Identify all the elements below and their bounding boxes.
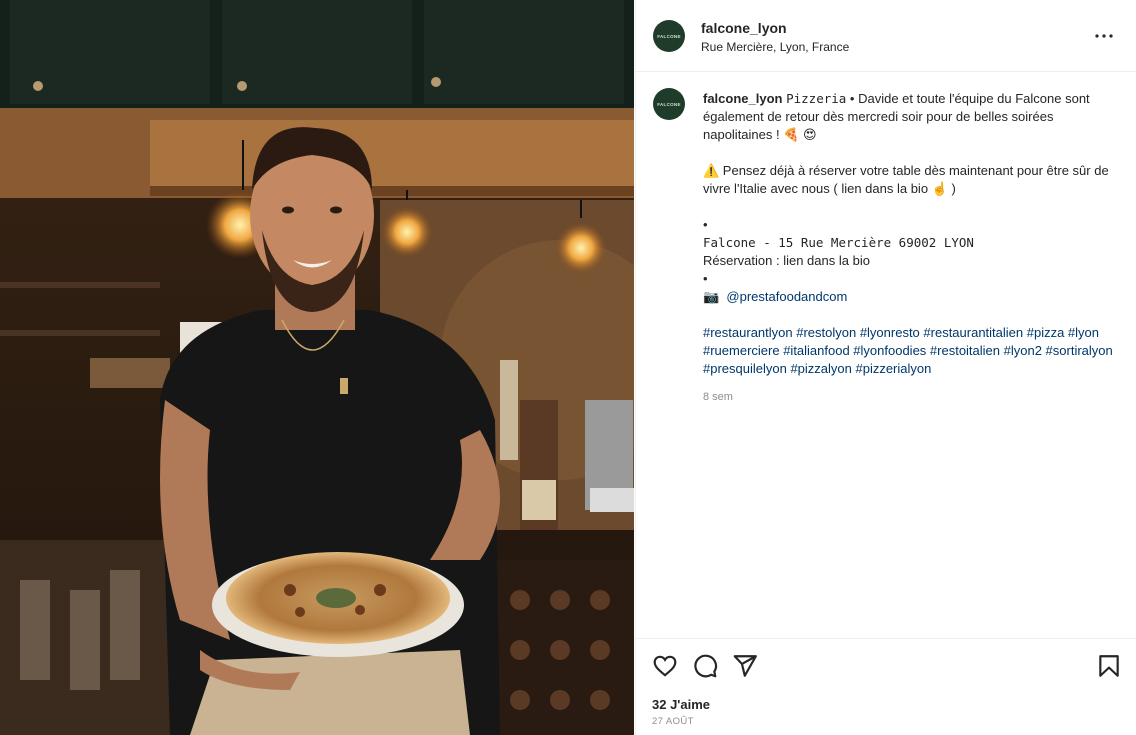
- caption-username[interactable]: falcone_lyon: [703, 91, 782, 106]
- post-date: 27 AOÛT: [652, 716, 694, 727]
- photographer-mention-link[interactable]: @prestafoodandcom: [726, 289, 847, 304]
- post-photo[interactable]: [0, 0, 634, 735]
- camera-icon: 📷: [703, 289, 720, 304]
- caption-timestamp: 8 sem: [703, 391, 733, 403]
- likes-count[interactable]: 32 J'aime: [652, 697, 710, 712]
- caption-avatar[interactable]: FALCONE: [653, 88, 685, 120]
- avatar[interactable]: FALCONE: [653, 20, 685, 52]
- avatar-logo-text: FALCONE: [657, 33, 681, 39]
- caption-avatar-logo-text: FALCONE: [657, 101, 681, 107]
- header-location[interactable]: Rue Mercière, Lyon, France: [701, 40, 849, 54]
- caption-paragraph-2: ⚠️ Pensez déjà à réserver votre table dè…: [703, 163, 1109, 196]
- photo-illustration: [0, 0, 634, 735]
- caption-hashtags[interactable]: #restaurantlyon #restolyon #lyonresto #r…: [703, 324, 1113, 378]
- post-side-panel: FALCONE falcone_lyon Rue Mercière, Lyon,…: [635, 0, 1136, 735]
- caption-paragraph-1: falcone_lyon 𝙿𝚒𝚣𝚣𝚎𝚛𝚒𝚊 • Davide et toute …: [703, 90, 1113, 144]
- more-options-icon[interactable]: [1092, 24, 1116, 48]
- caption-section: FALCONE falcone_lyon 𝙿𝚒𝚣𝚣𝚎𝚛𝚒𝚊 • Davide e…: [636, 72, 1136, 638]
- share-icon[interactable]: [732, 653, 758, 679]
- header-username[interactable]: falcone_lyon: [701, 20, 787, 36]
- caption-reservation: Réservation : lien dans la bio: [703, 253, 870, 268]
- post-header: FALCONE falcone_lyon Rue Mercière, Lyon,…: [636, 0, 1136, 72]
- caption-bullet-2: •: [703, 271, 708, 286]
- heart-icon[interactable]: [652, 653, 678, 679]
- caption-pizzeria-word: 𝙿𝚒𝚣𝚣𝚎𝚛𝚒𝚊: [786, 91, 847, 106]
- comment-icon[interactable]: [692, 653, 718, 679]
- caption-photo-credit: 📷 @prestafoodandcom: [703, 288, 1113, 306]
- caption-text: falcone_lyon 𝙿𝚒𝚣𝚣𝚎𝚛𝚒𝚊 • Davide et toute …: [703, 90, 1113, 406]
- bookmark-icon[interactable]: [1096, 653, 1122, 679]
- caption-address: Falcone - 15 Rue Mercière 69002 LYON: [703, 235, 974, 250]
- caption-bullet-1: •: [703, 217, 708, 232]
- post-actions-bar: 32 J'aime 27 AOÛT: [636, 638, 1136, 735]
